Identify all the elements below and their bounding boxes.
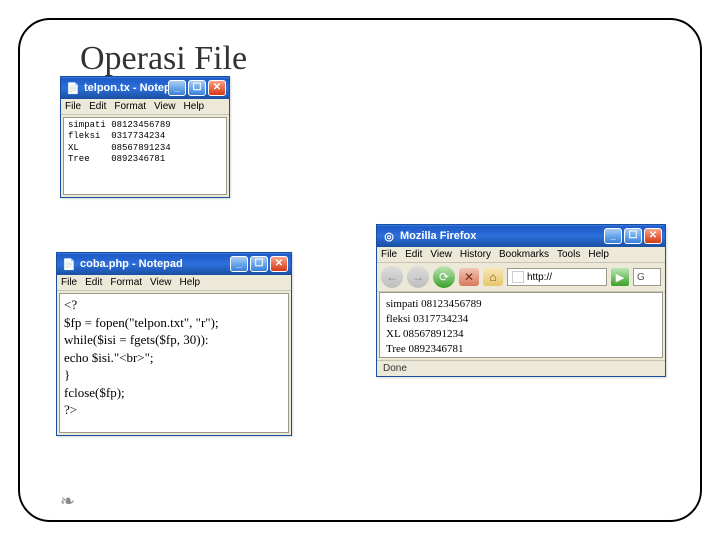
minimize-button[interactable]: _ [230, 256, 248, 272]
menu-edit[interactable]: Edit [85, 277, 102, 288]
text-area[interactable]: simpati 08123456789 fleksi 0317734234 XL… [63, 117, 227, 195]
menu-file[interactable]: File [381, 249, 397, 260]
slide-bullet: ❧ [60, 491, 75, 512]
menu-edit[interactable]: Edit [405, 249, 422, 260]
menu-help[interactable]: Help [180, 277, 201, 288]
notepad-window-coba: 📄 coba.php - Notepad _ ☐ ✕ File Edit For… [56, 252, 292, 436]
status-bar: Done [377, 360, 665, 376]
notepad-icon: 📄 [62, 257, 76, 271]
titlebar[interactable]: 📄 coba.php - Notepad _ ☐ ✕ [57, 253, 291, 275]
back-button[interactable]: ← [381, 266, 403, 288]
menu-view[interactable]: View [154, 101, 176, 112]
maximize-button[interactable]: ☐ [624, 228, 642, 244]
close-button[interactable]: ✕ [208, 80, 226, 96]
forward-button[interactable]: → [407, 266, 429, 288]
menubar: File Edit Format View Help [57, 275, 291, 291]
menu-help[interactable]: Help [184, 101, 205, 112]
menu-history[interactable]: History [460, 249, 491, 260]
maximize-button[interactable]: ☐ [250, 256, 268, 272]
firefox-icon: ◎ [382, 229, 396, 243]
firefox-window: ◎ Mozilla Firefox _ ☐ ✕ File Edit View H… [376, 224, 666, 377]
slide-title: Operasi File [80, 40, 247, 78]
search-box[interactable]: G [633, 268, 661, 286]
maximize-button[interactable]: ☐ [188, 80, 206, 96]
browser-viewport: simpati 08123456789 fleksi 0317734234 XL… [379, 292, 663, 358]
titlebar[interactable]: 📄 telpon.tx - Notepad _ ☐ ✕ [61, 77, 229, 99]
go-button[interactable]: ▶ [611, 268, 629, 286]
menu-view[interactable]: View [430, 249, 452, 260]
menu-tools[interactable]: Tools [557, 249, 580, 260]
menu-file[interactable]: File [61, 277, 77, 288]
reload-button[interactable]: ⟳ [433, 266, 455, 288]
minimize-button[interactable]: _ [168, 80, 186, 96]
notepad-window-telpon: 📄 telpon.tx - Notepad _ ☐ ✕ File Edit Fo… [60, 76, 230, 198]
favicon-icon [512, 271, 524, 283]
notepad-icon: 📄 [66, 81, 80, 95]
menu-bookmarks[interactable]: Bookmarks [499, 249, 549, 260]
text-area[interactable]: <? $fp = fopen("telpon.txt", "r"); while… [59, 293, 289, 433]
menu-format[interactable]: Format [110, 277, 142, 288]
output-line: fleksi 0317734234 [386, 312, 656, 327]
menubar: File Edit Format View Help [61, 99, 229, 115]
output-line: Tree 0892346781 [386, 342, 656, 357]
titlebar[interactable]: ◎ Mozilla Firefox _ ☐ ✕ [377, 225, 665, 247]
close-button[interactable]: ✕ [270, 256, 288, 272]
menu-help[interactable]: Help [588, 249, 609, 260]
menu-edit[interactable]: Edit [89, 101, 106, 112]
menu-file[interactable]: File [65, 101, 81, 112]
address-bar[interactable]: http:// [507, 268, 607, 286]
window-title: Mozilla Firefox [400, 230, 604, 242]
window-title: telpon.tx - Notepad [84, 82, 168, 94]
window-title: coba.php - Notepad [80, 258, 230, 270]
address-text: http:// [527, 272, 552, 283]
output-line: XL 08567891234 [386, 327, 656, 342]
minimize-button[interactable]: _ [604, 228, 622, 244]
menu-view[interactable]: View [150, 277, 172, 288]
home-button[interactable]: ⌂ [483, 268, 503, 286]
close-button[interactable]: ✕ [644, 228, 662, 244]
output-line: simpati 08123456789 [386, 297, 656, 312]
stop-button[interactable]: ✕ [459, 268, 479, 286]
menu-format[interactable]: Format [114, 101, 146, 112]
nav-toolbar: ← → ⟳ ✕ ⌂ http:// ▶ G [377, 263, 665, 292]
menubar: File Edit View History Bookmarks Tools H… [377, 247, 665, 263]
